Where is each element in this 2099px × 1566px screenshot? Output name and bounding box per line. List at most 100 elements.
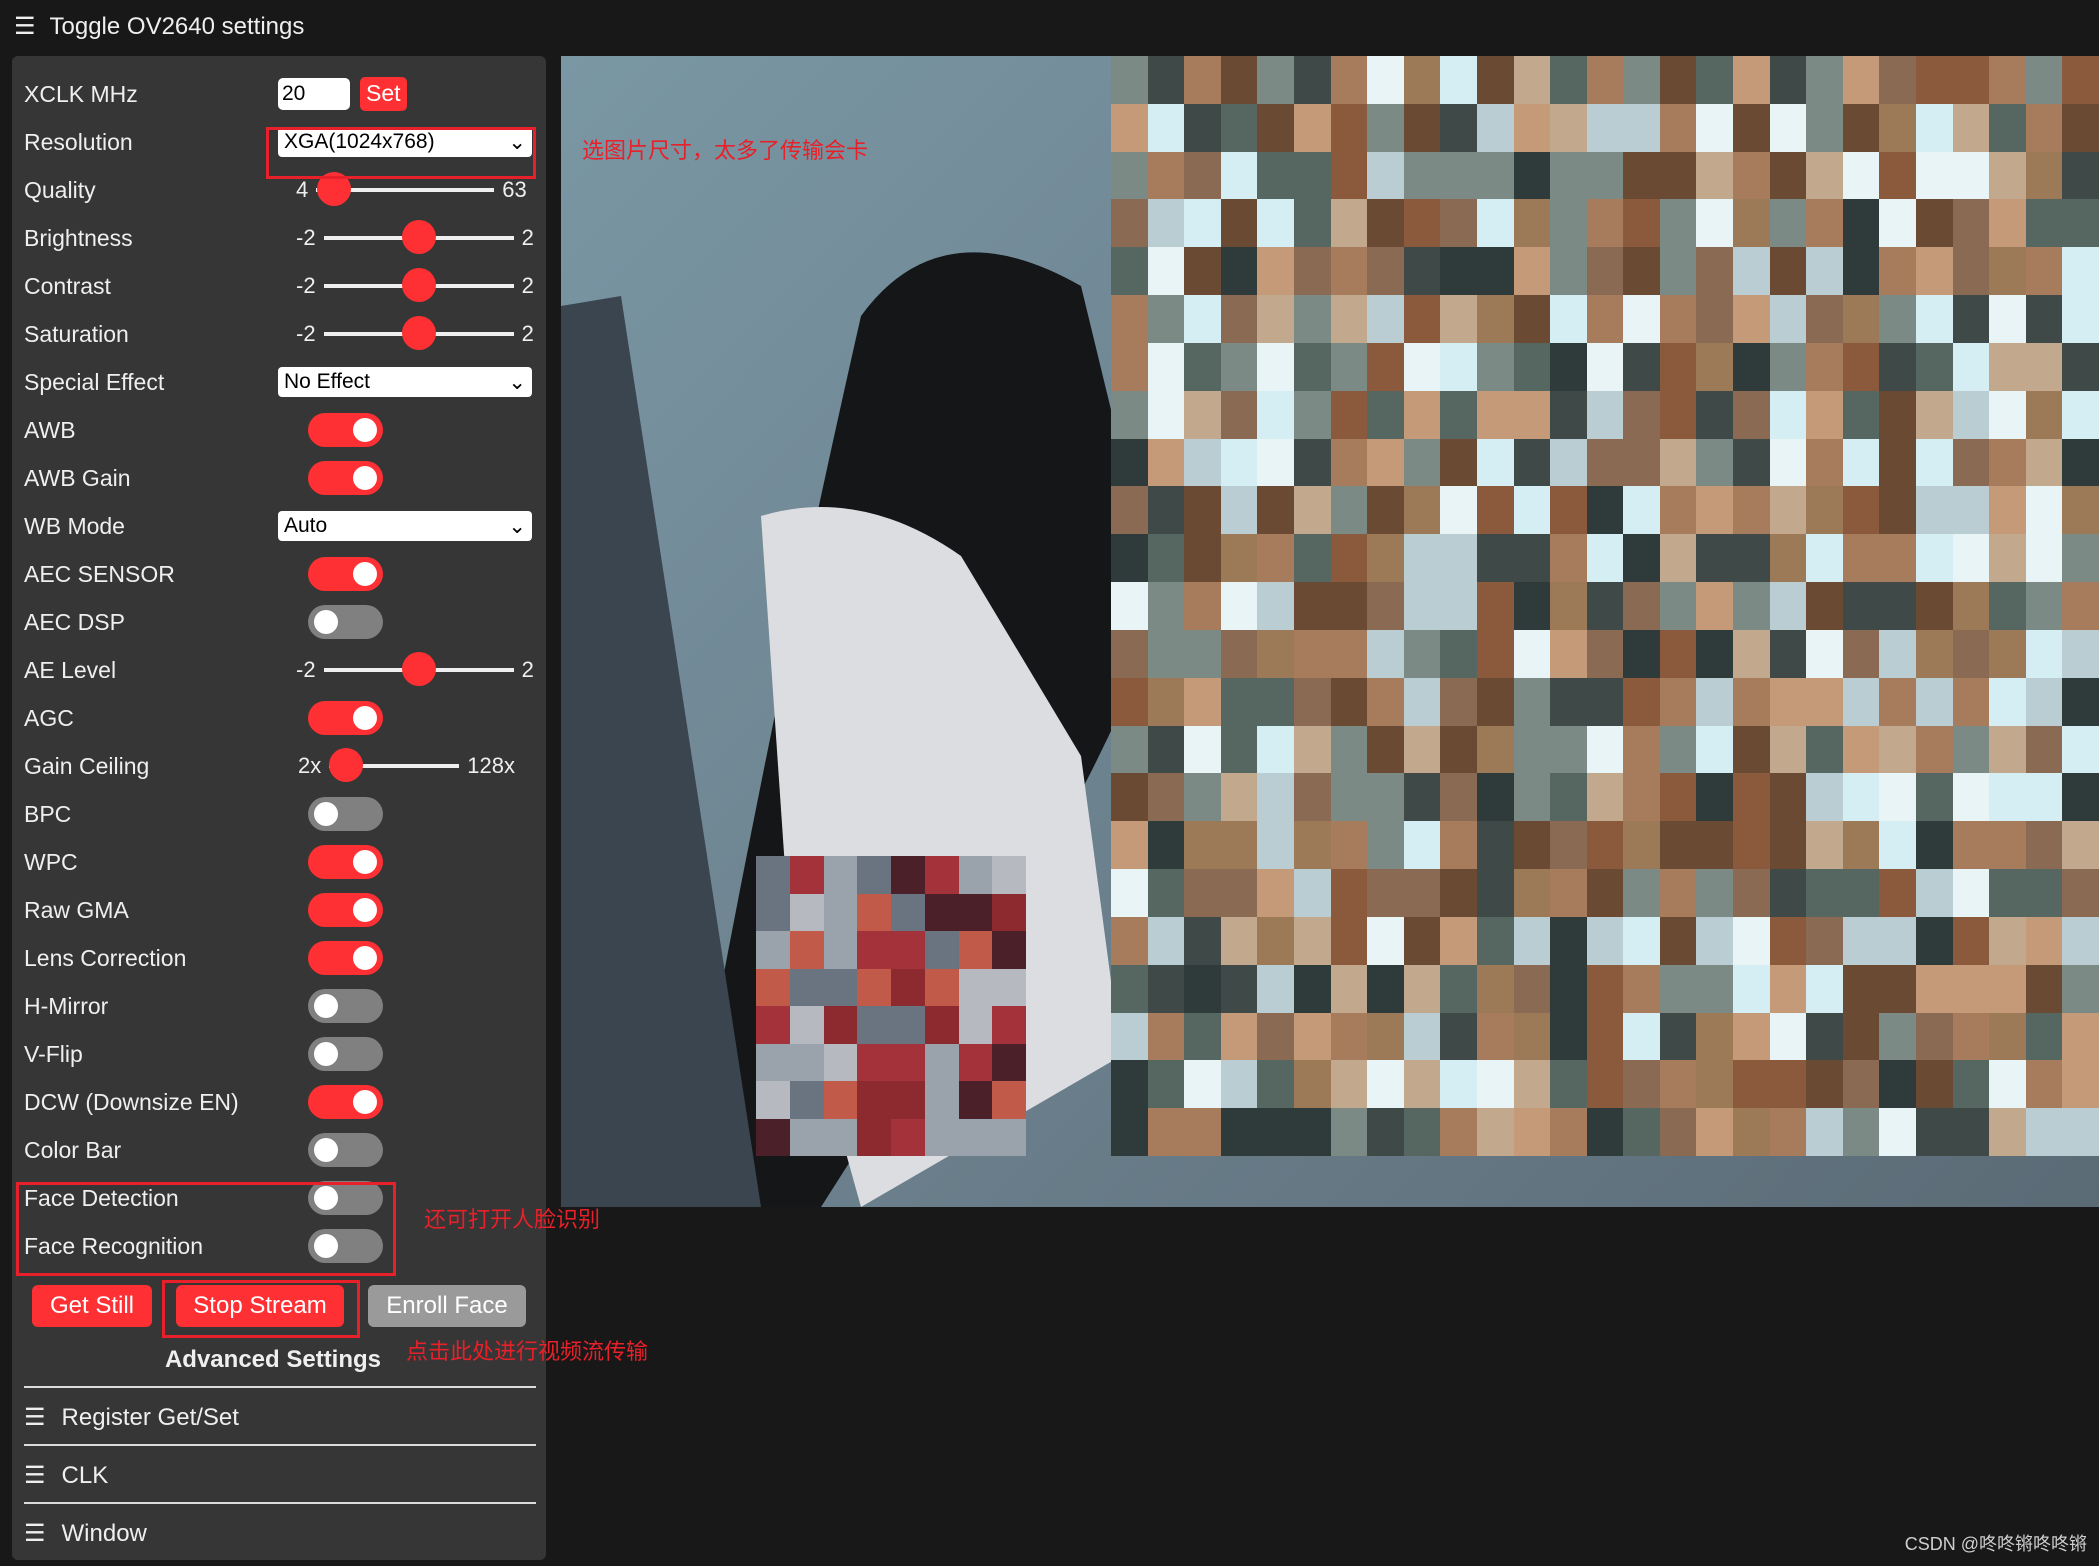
mosaic-cell	[1184, 1108, 1221, 1156]
brightness-slider[interactable]	[323, 220, 514, 254]
mosaic-cell	[756, 1081, 790, 1119]
mosaic-cell	[1476, 486, 1514, 535]
label-raw_gma: Raw GMA	[24, 896, 129, 923]
mosaic-cell	[1659, 486, 1697, 535]
mosaic-cell	[1989, 103, 2026, 152]
wpc-toggle[interactable]	[308, 845, 383, 879]
raw_gma-toggle[interactable]	[308, 893, 383, 927]
mosaic-cell	[1842, 151, 1880, 200]
get-still-button[interactable]: Get Still	[32, 1285, 152, 1327]
hmirror-toggle[interactable]	[308, 989, 383, 1023]
label-lens_correction: Lens Correction	[24, 944, 187, 971]
menu-clk[interactable]: ☰ CLK	[24, 1461, 108, 1490]
mosaic-cell	[756, 1006, 790, 1044]
mosaic-cell	[1111, 725, 1148, 774]
mosaic-cell	[1440, 247, 1477, 296]
mosaic-cell	[2025, 438, 2063, 487]
slider-handle[interactable]	[401, 316, 436, 350]
mosaic-cell	[1403, 916, 1441, 965]
mosaic-cell	[1476, 773, 1514, 822]
xclk-set-button[interactable]: Set	[360, 77, 407, 111]
mosaic-cell	[1623, 534, 1660, 583]
mosaic-cell	[1184, 534, 1221, 583]
gain_ceiling-slider[interactable]	[329, 748, 460, 782]
mosaic-cell	[1659, 199, 1697, 248]
mosaic-cell	[1916, 534, 1953, 583]
mosaic-cell	[1659, 1108, 1697, 1156]
mosaic-cell	[1330, 964, 1368, 1013]
mosaic-cell	[1952, 1108, 1990, 1156]
special_effect-select[interactable]: No Effect ⌄	[278, 367, 532, 397]
enroll-face-button[interactable]: Enroll Face	[368, 1285, 526, 1327]
mosaic-cell	[2062, 869, 2099, 917]
slider-handle[interactable]	[401, 220, 436, 254]
mosaic-cell	[1916, 821, 1953, 870]
mosaic-cell	[1586, 725, 1624, 774]
bpc-toggle[interactable]	[308, 797, 383, 831]
mosaic-cell	[1989, 199, 2026, 248]
settings-toggle[interactable]: ☰ Toggle OV2640 settings	[14, 12, 304, 41]
menu-window[interactable]: ☰ Window	[24, 1519, 147, 1548]
mosaic-cell	[1769, 1012, 1807, 1061]
mosaic-cell	[1147, 390, 1185, 439]
mosaic-cell	[857, 856, 891, 894]
slider-handle[interactable]	[401, 268, 436, 302]
contrast-slider[interactable]	[323, 268, 514, 302]
mosaic-cell	[1916, 582, 1953, 630]
mosaic-cell	[1440, 582, 1477, 630]
mosaic-cell	[1403, 534, 1441, 583]
mosaic-cell	[1147, 677, 1185, 726]
mosaic-cell	[1696, 869, 1734, 917]
mosaic-cell	[1769, 964, 1807, 1013]
mosaic-cell	[1879, 534, 1917, 583]
mosaic-cell	[1916, 773, 1953, 822]
toggle-knob	[353, 850, 377, 874]
awb_gain-toggle[interactable]	[308, 461, 383, 495]
mosaic-cell	[1659, 773, 1697, 822]
mosaic-cell	[1586, 869, 1624, 917]
mosaic-cell	[1806, 486, 1843, 535]
divider	[24, 1444, 536, 1446]
xclk-input[interactable]: 20	[278, 78, 350, 110]
mosaic-cell	[1916, 390, 1953, 439]
colorbar-toggle[interactable]	[308, 1133, 383, 1167]
mosaic-cell	[1769, 199, 1807, 248]
mosaic-cell	[1952, 438, 1990, 487]
setting-row-awb: AWB	[12, 410, 534, 450]
menu-register[interactable]: ☰ Register Get/Set	[24, 1403, 239, 1432]
mosaic-cell	[1733, 199, 1770, 248]
mosaic-cell	[1769, 916, 1807, 965]
mosaic-cell	[1513, 1108, 1551, 1156]
ae_level-slider[interactable]	[323, 652, 514, 686]
agc-toggle[interactable]	[308, 701, 383, 735]
wb_mode-select[interactable]: Auto ⌄	[278, 511, 532, 541]
mosaic-cell	[1733, 1108, 1770, 1156]
mosaic-cell	[1733, 295, 1770, 343]
mosaic-cell	[1367, 1060, 1404, 1109]
vflip-toggle[interactable]	[308, 1037, 383, 1071]
mosaic-cell	[756, 968, 790, 1006]
mosaic-cell	[1513, 56, 1551, 104]
mosaic-cell	[1733, 486, 1770, 535]
mosaic-cell	[1403, 151, 1441, 200]
mosaic-cell	[891, 968, 925, 1006]
quality-slider[interactable]	[316, 172, 495, 206]
slider-handle[interactable]	[401, 652, 436, 686]
mosaic-cell	[1659, 56, 1697, 104]
label-ae_level: AE Level	[24, 656, 117, 683]
aec_dsp-toggle[interactable]	[308, 605, 383, 639]
mosaic-cell	[891, 1043, 925, 1081]
mosaic-cell	[1586, 1012, 1624, 1061]
dcw-toggle[interactable]	[308, 1085, 383, 1119]
slider-handle[interactable]	[329, 748, 364, 782]
mosaic-cell	[2025, 342, 2063, 391]
mosaic-cell	[1220, 869, 1258, 917]
aec_sensor-toggle[interactable]	[308, 557, 383, 591]
awb-toggle[interactable]	[308, 413, 383, 447]
lens_correction-toggle[interactable]	[308, 941, 383, 975]
mosaic-cell	[1220, 1012, 1258, 1061]
mosaic-cell	[891, 931, 925, 969]
mosaic-cell	[1623, 56, 1660, 104]
mosaic-cell	[1147, 821, 1185, 870]
saturation-slider[interactable]	[323, 316, 514, 350]
